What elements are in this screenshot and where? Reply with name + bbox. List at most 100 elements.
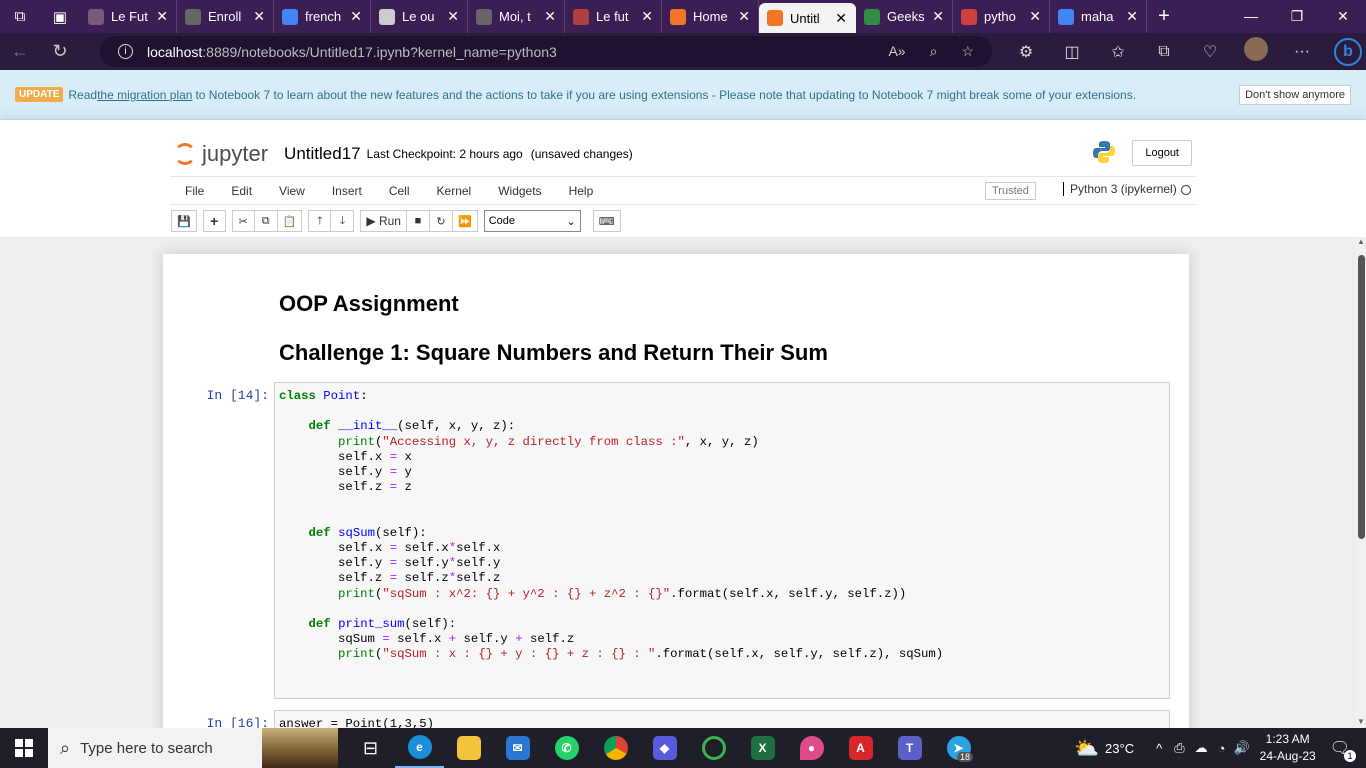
profile-avatar[interactable] [1233,37,1279,66]
favorites-icon[interactable]: ✩ [1095,42,1141,62]
split-screen-icon[interactable]: ◫ [1049,42,1095,62]
dont-show-button[interactable]: Don't show anymore [1239,84,1351,105]
insert-cell-icon[interactable]: + [202,210,226,232]
workspaces-icon[interactable]: ⧉ [0,0,40,33]
browser-tab[interactable]: pytho ✕ [953,0,1050,33]
browser-tab[interactable]: Le fut ✕ [565,0,662,33]
menu-edit[interactable]: Edit [231,184,252,198]
tray-app-icon[interactable]: ⎙ [1174,740,1184,756]
run-button[interactable]: ▶ Run [360,210,407,232]
chevron-up-icon[interactable]: ^ [1156,741,1162,756]
keyboard-icon[interactable]: ⌨ [592,210,621,232]
back-icon[interactable]: ← [0,41,40,62]
excel-icon[interactable]: X [738,728,787,768]
migration-plan-link[interactable]: the migration plan [97,88,192,102]
browser-tab[interactable]: Geeks ✕ [856,0,953,33]
app-icon-ring[interactable] [689,728,738,768]
collections-icon[interactable]: ⧉ [1141,43,1187,61]
close-window-icon[interactable]: ✕ [1320,8,1366,25]
extensions-icon[interactable]: ⚙ [1003,42,1049,62]
tab-close-icon[interactable]: ✕ [156,8,168,25]
zoom-icon[interactable]: ⌕ [930,43,938,60]
teams-icon[interactable]: T [885,728,934,768]
tab-close-icon[interactable]: ✕ [738,8,750,25]
site-info-icon[interactable]: i [118,44,133,59]
volume-icon[interactable]: 🔊 [1233,740,1249,756]
weather-icon[interactable]: ⛅ [1074,736,1099,761]
tab-actions-icon[interactable]: ▣ [40,0,80,33]
jupyter-logo[interactable]: jupyter [174,141,268,167]
restore-icon[interactable]: ❐ [1274,8,1320,25]
refresh-icon[interactable]: ↻ [40,41,80,62]
whatsapp-icon[interactable]: ✆ [542,728,591,768]
menu-view[interactable]: View [279,184,305,198]
minimize-icon[interactable]: — [1228,8,1274,25]
menu-kernel[interactable]: Kernel [437,184,472,198]
trusted-indicator[interactable]: Trusted [985,182,1036,200]
notification-icon[interactable]: 🗨 1 [1330,738,1356,762]
performance-icon[interactable]: ♡ [1187,42,1233,62]
app-icon-hex[interactable]: ◆ [640,728,689,768]
browser-tab[interactable]: Enroll ✕ [177,0,274,33]
tab-close-icon[interactable]: ✕ [1029,8,1041,25]
tab-close-icon[interactable]: ✕ [350,8,362,25]
menu-insert[interactable]: Insert [332,184,362,198]
telegram-icon[interactable]: ➤ 18 [934,728,983,768]
tab-close-icon[interactable]: ✕ [447,8,459,25]
scroll-thumb[interactable] [1358,255,1365,539]
temperature[interactable]: 23°C [1105,741,1134,756]
chrome-icon[interactable] [591,728,640,768]
move-up-icon[interactable]: 🡑 [308,210,332,232]
restart-icon[interactable]: ↻ [429,210,453,232]
tab-close-icon[interactable]: ✕ [1126,8,1138,25]
notebook-name[interactable]: Untitled17 [284,144,361,164]
logout-button[interactable]: Logout [1132,140,1192,166]
menu-file[interactable]: File [185,184,204,198]
browser-tab[interactable]: french ✕ [274,0,371,33]
save-icon[interactable]: 💾 [171,210,197,232]
browser-tab[interactable]: maha ✕ [1050,0,1147,33]
paint-icon[interactable]: ● [787,728,836,768]
tab-close-icon[interactable]: ✕ [544,8,556,25]
browser-tab[interactable]: Le ou ✕ [371,0,468,33]
scroll-down-icon[interactable]: ▼ [1357,717,1365,726]
menu-widgets[interactable]: Widgets [498,184,541,198]
tab-close-icon[interactable]: ✕ [641,8,653,25]
more-icon[interactable]: ··· [1279,43,1325,61]
paste-icon[interactable]: 📋 [277,210,303,232]
interrupt-icon[interactable]: ■ [406,210,430,232]
tab-close-icon[interactable]: ✕ [835,10,847,27]
read-aloud-icon[interactable]: A» [888,43,905,60]
move-down-icon[interactable]: 🡓 [331,210,355,232]
scroll-up-icon[interactable]: ▲ [1357,237,1365,246]
task-view-icon[interactable]: ⊟ [346,728,395,768]
browser-tab[interactable]: Home ✕ [662,0,759,33]
acrobat-icon[interactable]: A [836,728,885,768]
favorite-star-icon[interactable]: ☆ [961,43,974,60]
wifi-icon[interactable]: ◔ [1218,741,1226,756]
cell-type-select[interactable]: Code ⌄ [483,210,581,232]
browser-tab[interactable]: Le Fut ✕ [80,0,177,33]
code-cell[interactable]: class Point: def __init__(self, x, y, z)… [274,382,1170,699]
copy-icon[interactable]: ⧉ [254,210,278,232]
page-scrollbar[interactable]: ▲ ▼ [1356,237,1366,728]
restart-run-all-icon[interactable]: ⏩ [452,210,478,232]
tab-close-icon[interactable]: ✕ [932,8,944,25]
new-tab-button[interactable]: + [1147,5,1181,28]
taskbar-search[interactable]: ⌕ Type here to search [48,728,338,768]
clock[interactable]: 1:23 AM 24-Aug-23 [1260,731,1316,765]
cut-icon[interactable]: ✂ [231,210,255,232]
mail-icon[interactable]: ✉ [493,728,542,768]
file-explorer-icon[interactable] [444,728,493,768]
tab-close-icon[interactable]: ✕ [253,8,265,25]
browser-tab[interactable]: Moi, t ✕ [468,0,565,33]
url-field[interactable]: i localhost:8889/notebooks/Untitled17.ip… [100,36,992,67]
onedrive-icon[interactable]: ☁ [1195,740,1208,756]
menu-help[interactable]: Help [569,184,594,198]
start-button[interactable] [0,739,48,757]
edge-icon[interactable]: e [395,728,444,768]
browser-tab[interactable]: Untitl ✕ [759,3,856,33]
menu-cell[interactable]: Cell [389,184,410,198]
code-cell-2[interactable]: answer = Point(1,3,5) [274,710,1170,728]
bing-icon[interactable]: b [1325,37,1366,66]
